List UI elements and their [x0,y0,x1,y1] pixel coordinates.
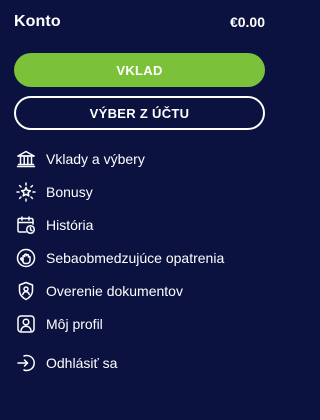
deposit-button[interactable]: VKLAD [14,53,265,87]
menu-item-document-verification[interactable]: Overenie dokumentov [14,274,265,307]
menu-item-self-limitation[interactable]: Sebaobmedzujúce opatrenia [14,241,265,274]
shield-user-icon [15,280,37,302]
menu-item-label: Môj profil [46,315,103,332]
menu-item-label: História [46,216,94,233]
profile-icon [15,313,37,335]
hand-stop-icon [15,247,37,269]
account-title: Konto [14,13,61,30]
account-menu: Vklady a výbery Bonusy História Sebaobme… [14,142,265,379]
menu-item-label: Overenie dokumentov [46,282,183,299]
logout-label: Odhlásiť sa [46,354,118,371]
menu-item-logout[interactable]: Odhlásiť sa [14,346,265,379]
menu-item-deposits-withdrawals[interactable]: Vklady a výbery [14,142,265,175]
menu-item-label: Sebaobmedzujúce opatrenia [46,249,225,266]
calendar-history-icon [15,214,37,236]
account-balance: €0.00 [229,14,265,30]
menu-item-label: Bonusy [46,183,93,200]
withdraw-button[interactable]: VÝBER Z ÚČTU [14,96,265,130]
bonus-star-icon [15,181,37,203]
bank-icon [15,148,37,170]
menu-item-label: Vklady a výbery [46,150,145,167]
menu-item-bonuses[interactable]: Bonusy [14,175,265,208]
account-header: Konto €0.00 [14,0,265,44]
menu-item-history[interactable]: História [14,208,265,241]
logout-icon [15,352,37,374]
menu-item-my-profile[interactable]: Môj profil [14,307,265,340]
account-panel: Konto €0.00 VKLAD VÝBER Z ÚČTU Vklady a … [0,0,279,420]
